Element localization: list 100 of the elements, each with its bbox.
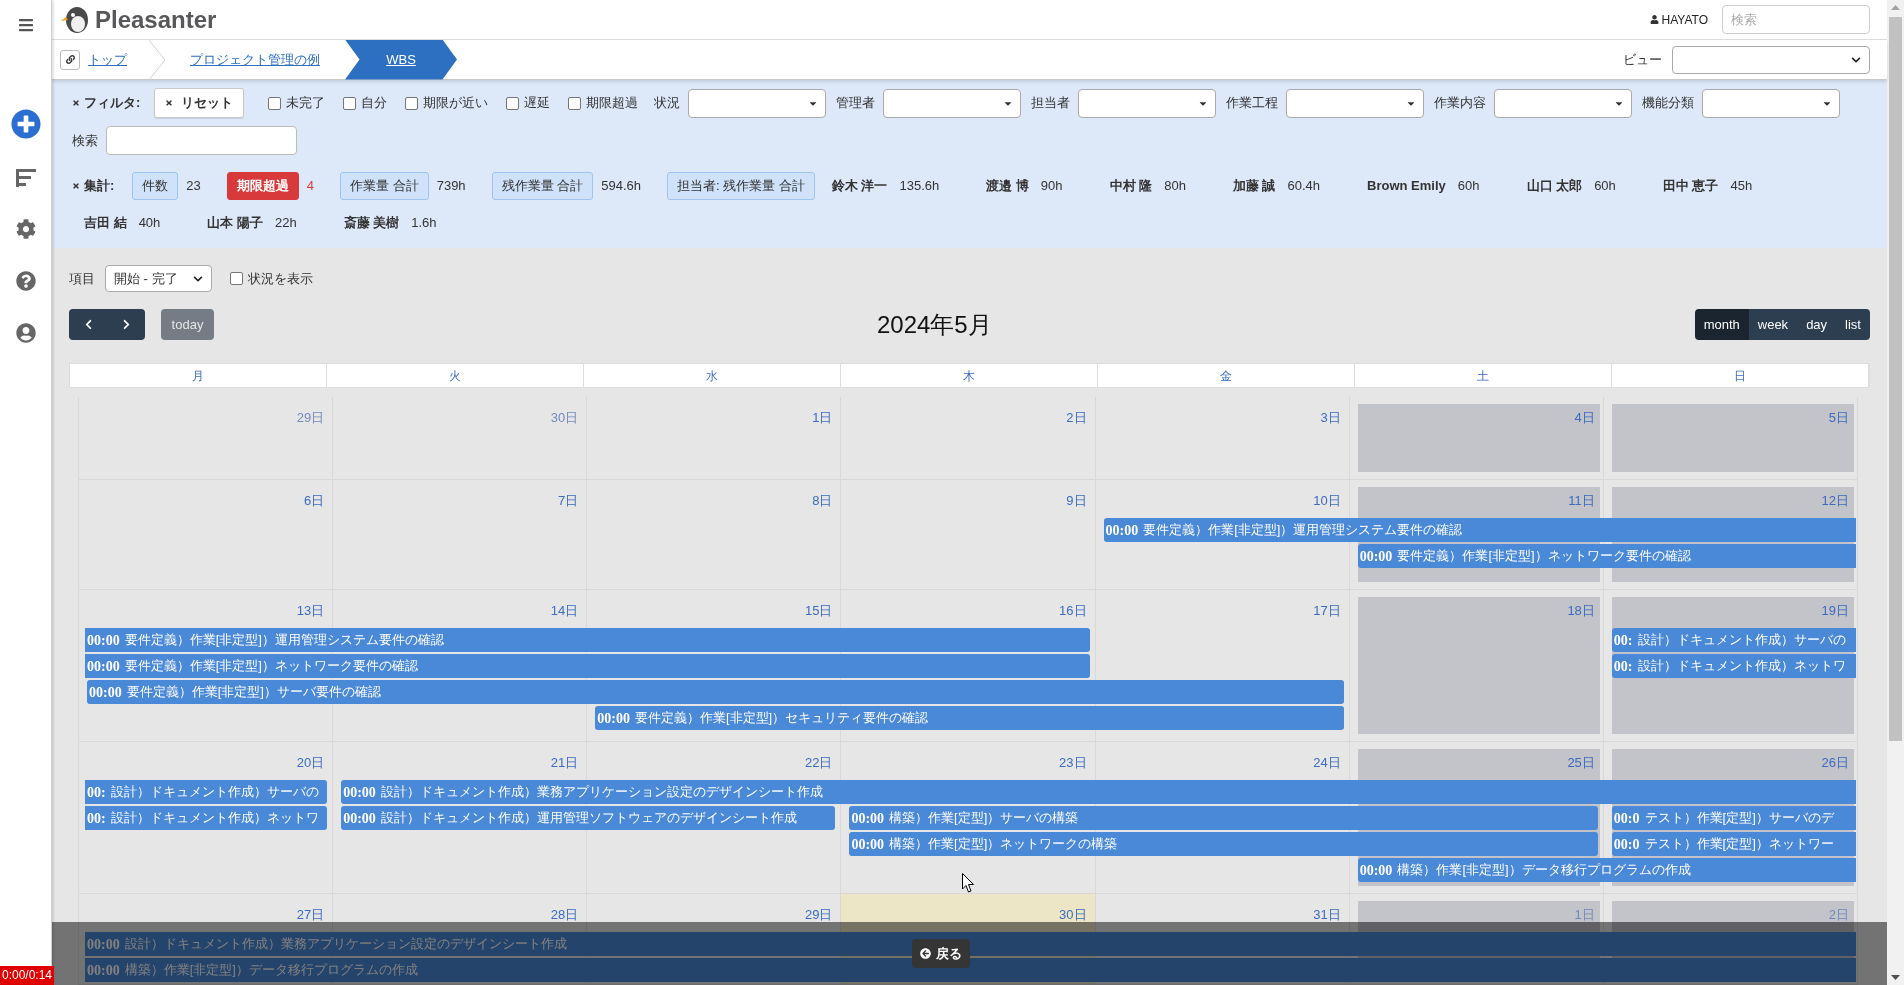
assignee-name: 山口 太郎 — [1526, 177, 1583, 196]
assignee-hours: 60h — [1594, 177, 1616, 196]
view-label: ビュー — [1623, 50, 1662, 69]
breadcrumb-item[interactable]: WBS — [345, 39, 457, 80]
calendar-event[interactable]: 00:00 構築）作業[定型]）ネットワークの構築 — [849, 832, 1598, 856]
date-number: 3日 — [1320, 410, 1341, 426]
calendar-event[interactable]: 00: 設計）ドキュメント作成）ネットワ — [85, 806, 328, 830]
view-select[interactable] — [1672, 45, 1870, 74]
breadcrumb-link[interactable]: トップ — [88, 49, 127, 70]
checkbox[interactable] — [230, 272, 243, 285]
summary-title: 集計: — [84, 177, 115, 196]
calendar-title: 2024年5月 — [876, 309, 993, 340]
view-tab[interactable]: week — [1748, 309, 1798, 340]
dropdown-field[interactable] — [688, 88, 827, 118]
date-number: 2日 — [1066, 410, 1087, 426]
scroll-down-arrow-icon[interactable] — [1891, 975, 1900, 980]
previous-button[interactable] — [69, 309, 107, 340]
calendar-event[interactable]: 00: 設計）ドキュメント作成）サーバの — [85, 780, 328, 804]
date-number: 11日 — [1568, 493, 1595, 509]
calendar-event[interactable]: 00:0 テスト）作業[定型]）サーバのデ — [1611, 806, 1856, 830]
date-number: 10日 — [1313, 493, 1341, 509]
reset-button[interactable]: リセット — [154, 88, 245, 118]
dropdown-field[interactable] — [1494, 88, 1633, 118]
next-button[interactable] — [107, 309, 145, 340]
scrollbar-thumb[interactable] — [1889, 17, 1902, 741]
dropdown-field[interactable] — [1286, 88, 1425, 118]
checkbox[interactable] — [568, 96, 582, 110]
checkbox[interactable] — [405, 96, 419, 110]
assignee-name: Brown Emily — [1367, 177, 1446, 196]
calendar-event[interactable]: 00:00 構築）作業[定型]）サーバの構築 — [849, 806, 1598, 830]
search-field[interactable]: 検索 — [1722, 5, 1870, 34]
weekday-label: 火 — [327, 364, 584, 387]
summary-badge: 残作業量 合計 — [491, 172, 594, 200]
summary-badge: 担当者: 残作業量 合計 — [667, 172, 815, 200]
date-number: 8日 — [812, 493, 833, 509]
date-number: 1日 — [812, 410, 833, 426]
item-label: 項目 — [69, 269, 95, 288]
filter-title: フィルタ: — [84, 94, 141, 113]
date-number: 17日 — [1313, 603, 1341, 619]
calendar-event[interactable]: 00:00 設計）ドキュメント作成）業務アプリケーション設定のデザインシート作成 — [341, 780, 1856, 804]
calendar-event[interactable]: 00:00 構築）作業[非定型]）データ移行プログラムの作成 — [1357, 858, 1856, 882]
dropdown-field[interactable] — [1078, 88, 1217, 118]
weekday-label: 木 — [841, 364, 1098, 387]
date-number: 6日 — [303, 493, 325, 509]
calendar-event[interactable]: 00:00 要件定義）作業[非定型]）セキュリティ要件の確認 — [595, 706, 1344, 730]
x-icon — [165, 99, 174, 107]
date-number: 27日 — [296, 907, 325, 923]
calendar-event[interactable]: 00:00 要件定義）作業[非定型]）サーバ要件の確認 — [87, 680, 1344, 704]
checkbox-label: 期限超過 — [586, 94, 639, 113]
assignee-hours: 60h — [1457, 177, 1480, 196]
checkbox-label: 未完了 — [286, 94, 326, 113]
breadcrumb-link[interactable]: プロジェクト管理の例 — [190, 49, 320, 70]
item-select[interactable]: 開始 - 完了 — [105, 265, 212, 292]
summary-value: 4 — [306, 177, 315, 196]
bird-logo-icon — [60, 5, 90, 34]
summary-badge: 作業量 合計 — [340, 172, 429, 200]
sort-bars-icon[interactable] — [15, 168, 36, 188]
x-icon — [72, 99, 80, 107]
summary-value: 739h — [436, 177, 466, 196]
assignee-name: 山本 陽子 — [207, 214, 263, 233]
date-number: 13日 — [296, 603, 325, 619]
view-tab[interactable]: list — [1836, 309, 1870, 340]
view-tab[interactable]: month — [1694, 309, 1749, 340]
calendar-event[interactable]: 00:00 要件定義）作業[非定型]）ネットワーク要件の確認 — [1357, 544, 1856, 568]
filter-label: 作業内容 — [1434, 94, 1487, 113]
back-button[interactable]: 戻る — [912, 939, 970, 968]
calendar-event[interactable]: 00:00 要件定義）作業[非定型]）ネットワーク要件の確認 — [85, 654, 1090, 678]
checkbox[interactable] — [343, 96, 357, 110]
calendar-event[interactable]: 00:00 要件定義）作業[非定型]）運用管理システム要件の確認 — [85, 628, 1090, 652]
chevron-down-icon — [1851, 54, 1861, 65]
chevron-down-icon — [193, 273, 203, 284]
calendar-event[interactable]: 00:00 要件定義）作業[非定型]）運用管理システム要件の確認 — [1103, 518, 1856, 542]
search-input[interactable] — [106, 126, 297, 155]
date-number: 16日 — [1059, 603, 1087, 619]
calendar-event[interactable]: 00: 設計）ドキュメント作成）サーバの — [1611, 628, 1856, 652]
calendar-event[interactable]: 00:00 設計）ドキュメント作成）運用管理ソフトウェアのデザインシート作成 — [341, 806, 836, 830]
assignee-hours: 80h — [1164, 177, 1186, 196]
filter-label: 機能分類 — [1642, 94, 1695, 113]
link-button[interactable] — [60, 49, 80, 70]
dropdown-field[interactable] — [1702, 88, 1841, 118]
dropdown-field[interactable] — [883, 88, 1022, 118]
assignee-name: 鈴木 洋一 — [831, 177, 888, 196]
menu-icon[interactable] — [16, 17, 35, 33]
summary-value: 23 — [186, 177, 201, 196]
assignee-hours: 1.6h — [411, 214, 437, 233]
checkbox[interactable] — [506, 96, 520, 110]
checkbox-label: 遅延 — [524, 94, 551, 113]
date-number: 2日 — [1828, 907, 1849, 923]
settings-icon[interactable] — [15, 219, 36, 239]
calendar-event[interactable]: 00: 設計）ドキュメント作成）ネットワ — [1611, 654, 1856, 678]
date-number: 29日 — [296, 410, 325, 426]
checkbox[interactable] — [268, 96, 282, 110]
date-number: 7日 — [558, 493, 579, 509]
view-tab[interactable]: day — [1797, 309, 1837, 340]
checkbox-label: 自分 — [361, 94, 388, 113]
date-number: 28日 — [550, 907, 579, 923]
calendar-event[interactable]: 00:0 テスト）作業[定型]）ネットワー — [1611, 832, 1856, 856]
help-icon[interactable] — [15, 271, 36, 291]
date-number: 29日 — [804, 907, 833, 923]
user-name[interactable]: HAYATO — [1661, 10, 1708, 29]
